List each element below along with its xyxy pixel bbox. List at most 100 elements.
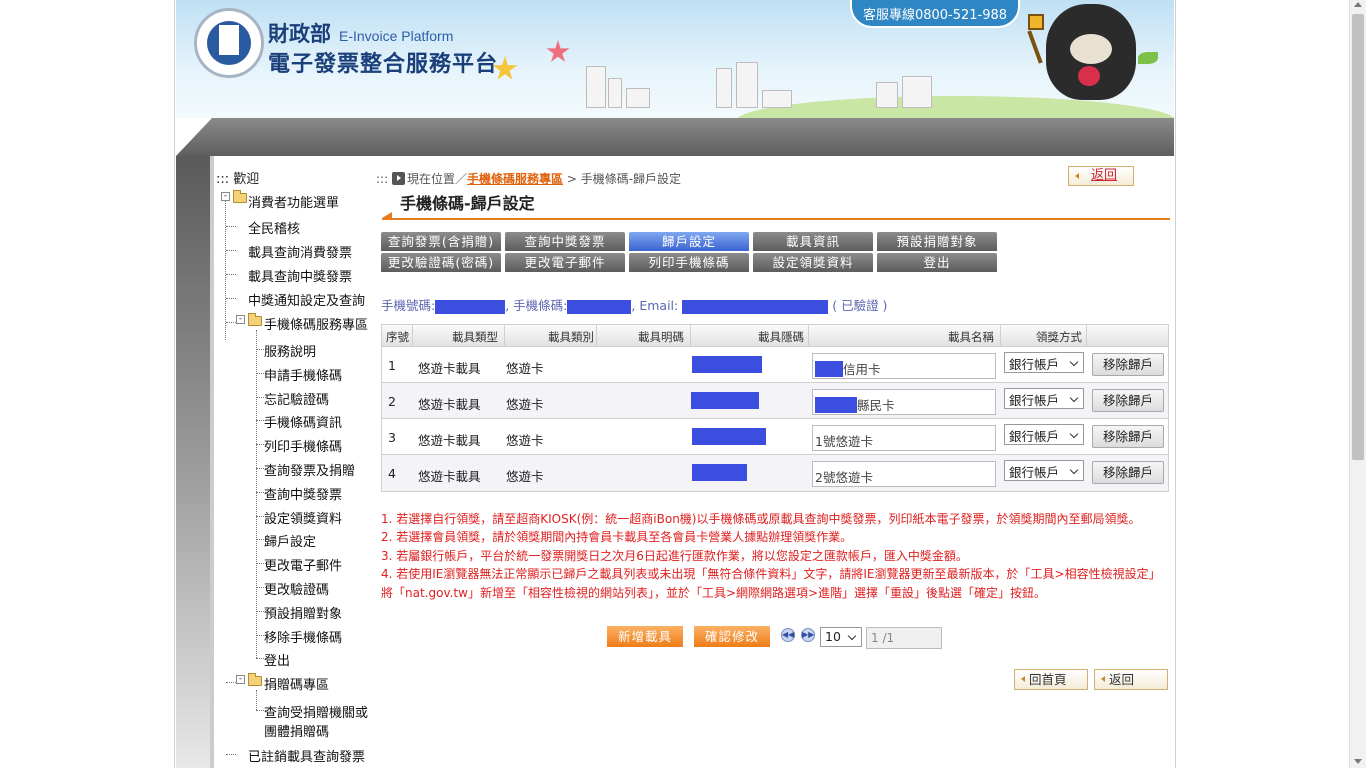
account-info: 手機號碼: , 手機條碼: , Email: ( 已驗證 ) (381, 295, 887, 314)
org-name: 財政部 E-Invoice Platform (268, 21, 454, 46)
sidebar-item-winning-notify[interactable]: 中獎通知設定及查詢 (248, 290, 365, 309)
collapse-icon[interactable]: - (236, 675, 245, 684)
sidebar-item-carrier-invoices[interactable]: 載具查詢消費發票 (248, 242, 352, 261)
tab-query-invoice[interactable]: 查詢發票(含捐贈) (381, 232, 501, 251)
sidebar-item-mobile-9[interactable]: 更改電子郵件 (264, 555, 342, 574)
prize-method-select[interactable]: 銀行帳戶 (1004, 424, 1084, 445)
header-plain-code: 載具明碼 (638, 330, 684, 344)
remove-binding-button[interactable]: 移除歸戶 (1092, 353, 1164, 376)
tab-carrier-binding[interactable]: 歸戶設定 (629, 232, 749, 251)
folder-open-icon (248, 313, 262, 326)
prev-page-icon[interactable]: ◀◀ (781, 628, 795, 642)
carrier-name-input[interactable]: 2號悠遊卡 (812, 461, 996, 487)
breadcrumb-sep: > (563, 172, 581, 186)
redacted-hidden-code (691, 392, 759, 409)
row-type: 悠遊卡載具 (418, 433, 481, 448)
tab-query-winning[interactable]: 查詢中獎發票 (505, 232, 625, 251)
header-prize-method: 領獎方式 (1036, 330, 1082, 344)
sidebar-mobile-section[interactable]: 手機條碼服務專區 (264, 314, 368, 333)
home-button[interactable]: 回首頁 (1014, 669, 1088, 690)
tab-print-barcode[interactable]: 列印手機條碼 (629, 253, 749, 272)
tab-default-donation[interactable]: 預設捐贈對象 (877, 232, 997, 251)
table-row: 1 悠遊卡載具 悠遊卡 信用卡 銀行帳戶 移除歸戶 (382, 347, 1168, 383)
breadcrumb-page: 手機條碼-歸戶設定 (580, 172, 682, 186)
add-carrier-button[interactable]: 新增載具 (607, 626, 683, 647)
carrier-name-input[interactable]: 信用卡 (812, 353, 996, 379)
table-row: 2 悠遊卡載具 悠遊卡 縣民卡 銀行帳戶 移除歸戶 (382, 383, 1168, 419)
scroll-up-icon[interactable] (1354, 2, 1362, 7)
scroll-down-icon[interactable] (1354, 759, 1362, 764)
carrier-name-input[interactable]: 1號悠遊卡 (812, 425, 996, 451)
page-indicator[interactable]: 1 /1 (866, 627, 942, 649)
table-row: 4 悠遊卡載具 悠遊卡 2號悠遊卡 銀行帳戶 移除歸戶 (382, 455, 1168, 491)
star-icon (546, 40, 570, 62)
sidebar-consumer-menu[interactable]: 消費者功能選單 (248, 192, 339, 211)
folder-open-icon (248, 673, 262, 686)
sidebar-donation-section[interactable]: 捐贈碼專區 (264, 674, 329, 693)
tab-carrier-info[interactable]: 載具資訊 (753, 232, 873, 251)
redacted-name-prefix (815, 397, 857, 413)
header-hidden-code: 載具隱碼 (758, 330, 804, 344)
back-button-bottom[interactable]: 返回 (1094, 669, 1168, 690)
next-page-icon[interactable]: ▶▶ (801, 628, 815, 642)
notes: 1. 若選擇自行領獎，請至超商KIOSK(例：統一超商iBon機)以手機條碼或原… (381, 510, 1171, 602)
carrier-name-input[interactable]: 縣民卡 (812, 389, 996, 415)
remove-binding-button[interactable]: 移除歸戶 (1092, 461, 1164, 484)
breadcrumb-link[interactable]: 手機條碼服務專區 (467, 172, 563, 186)
sidebar-item-mobile-6[interactable]: 查詢中獎發票 (264, 484, 342, 503)
sidebar-item-mobile-4[interactable]: 列印手機條碼 (264, 436, 342, 455)
collapse-icon[interactable]: - (221, 192, 230, 201)
tab-change-password[interactable]: 更改驗證碼(密碼) (381, 253, 501, 272)
row-type: 悠遊卡載具 (418, 469, 481, 484)
sidebar-item-mobile-5[interactable]: 查詢發票及捐贈 (264, 460, 355, 479)
sidebar-item-mobile-7[interactable]: 設定領獎資料 (264, 508, 342, 527)
row-category: 悠遊卡 (506, 469, 544, 484)
sidebar-item-mobile-11[interactable]: 預設捐贈對象 (264, 603, 342, 622)
confirm-button[interactable]: 確認修改 (694, 626, 770, 647)
platform-name[interactable]: 電子發票整合服務平台 (268, 46, 498, 78)
row-category: 悠遊卡 (506, 433, 544, 448)
sidebar-item-mobile-10[interactable]: 更改驗證碼 (264, 579, 329, 598)
collapse-icon[interactable]: - (236, 315, 245, 324)
sidebar-item-mobile-12[interactable]: 移除手機條碼 (264, 627, 342, 646)
remove-binding-button[interactable]: 移除歸戶 (1092, 425, 1164, 448)
sidebar-item-audit[interactable]: 全民稽核 (248, 218, 300, 237)
sidebar-item-carrier-winning[interactable]: 載具查詢中獎發票 (248, 266, 352, 285)
prize-method-select[interactable]: 銀行帳戶 (1004, 460, 1084, 481)
header-grey-bar (176, 118, 1174, 156)
wand-stick (1027, 30, 1043, 64)
row-category: 悠遊卡 (506, 361, 544, 376)
note-3: 3. 若屬銀行帳戶，平台於統一發票開獎日之次月6日起進行匯款作業，將以您設定之匯… (381, 548, 968, 563)
arrow-right-icon (391, 172, 405, 185)
sidebar-item-mobile-1[interactable]: 申請手機條碼 (264, 365, 342, 384)
prize-method-select[interactable]: 銀行帳戶 (1004, 388, 1084, 409)
tab-change-email[interactable]: 更改電子郵件 (505, 253, 625, 272)
sidebar-item-cancelled-carrier[interactable]: 已註銷載具查詢發票 (248, 746, 365, 765)
note-1: 1. 若選擇自行領獎，請至超商KIOSK(例：統一超商iBon機)以手機條碼或原… (381, 512, 1141, 526)
page-size-select[interactable]: 10 (820, 627, 862, 647)
sidebar-item-mobile-3[interactable]: 手機條碼資訊 (264, 412, 342, 431)
sidebar-item-mobile-13[interactable]: 登出 (264, 650, 290, 669)
tab-prize-settings[interactable]: 設定領獎資料 (753, 253, 873, 272)
sidebar-item-mobile-2[interactable]: 忘記驗證碼 (264, 389, 329, 408)
redacted-hidden-code (692, 356, 762, 373)
sidebar-item-donation-lookup-2[interactable]: 團體捐贈碼 (264, 721, 329, 740)
sidebar-item-donation-lookup[interactable]: 查詢受捐贈機關或 (264, 702, 368, 721)
phone-label: 手機號碼: (381, 298, 436, 313)
note-2: 2. 若選擇會員領獎，請於領獎期間內持會員卡載具至各會員卡營業人據點辦理領獎作業… (381, 530, 853, 545)
header-banner: 財政部 E-Invoice Platform 電子發票整合服務平台 客服專線080… (176, 0, 1174, 118)
sidebar-item-mobile-8[interactable]: 歸戶設定 (264, 531, 316, 550)
row-no: 1 (388, 358, 396, 373)
carrier-name-value: 1號悠遊卡 (815, 434, 873, 449)
row-type: 悠遊卡載具 (418, 397, 481, 412)
back-button-top[interactable]: 返回 (1068, 166, 1134, 186)
note-4: 4. 若使用IE瀏覽器無法正常顯示已歸戶之載具列表或未出現「無符合條件資料」文字… (381, 567, 1161, 600)
vertical-scrollbar[interactable] (1349, 0, 1366, 768)
prize-method-select[interactable]: 銀行帳戶 (1004, 352, 1084, 373)
ministry-logo-icon[interactable] (194, 8, 264, 78)
scroll-thumb[interactable] (1352, 14, 1364, 460)
remove-binding-button[interactable]: 移除歸戶 (1092, 389, 1164, 412)
table-row: 3 悠遊卡載具 悠遊卡 1號悠遊卡 銀行帳戶 移除歸戶 (382, 419, 1168, 455)
sidebar-item-mobile-0[interactable]: 服務說明 (264, 341, 316, 360)
tab-logout[interactable]: 登出 (877, 253, 997, 272)
